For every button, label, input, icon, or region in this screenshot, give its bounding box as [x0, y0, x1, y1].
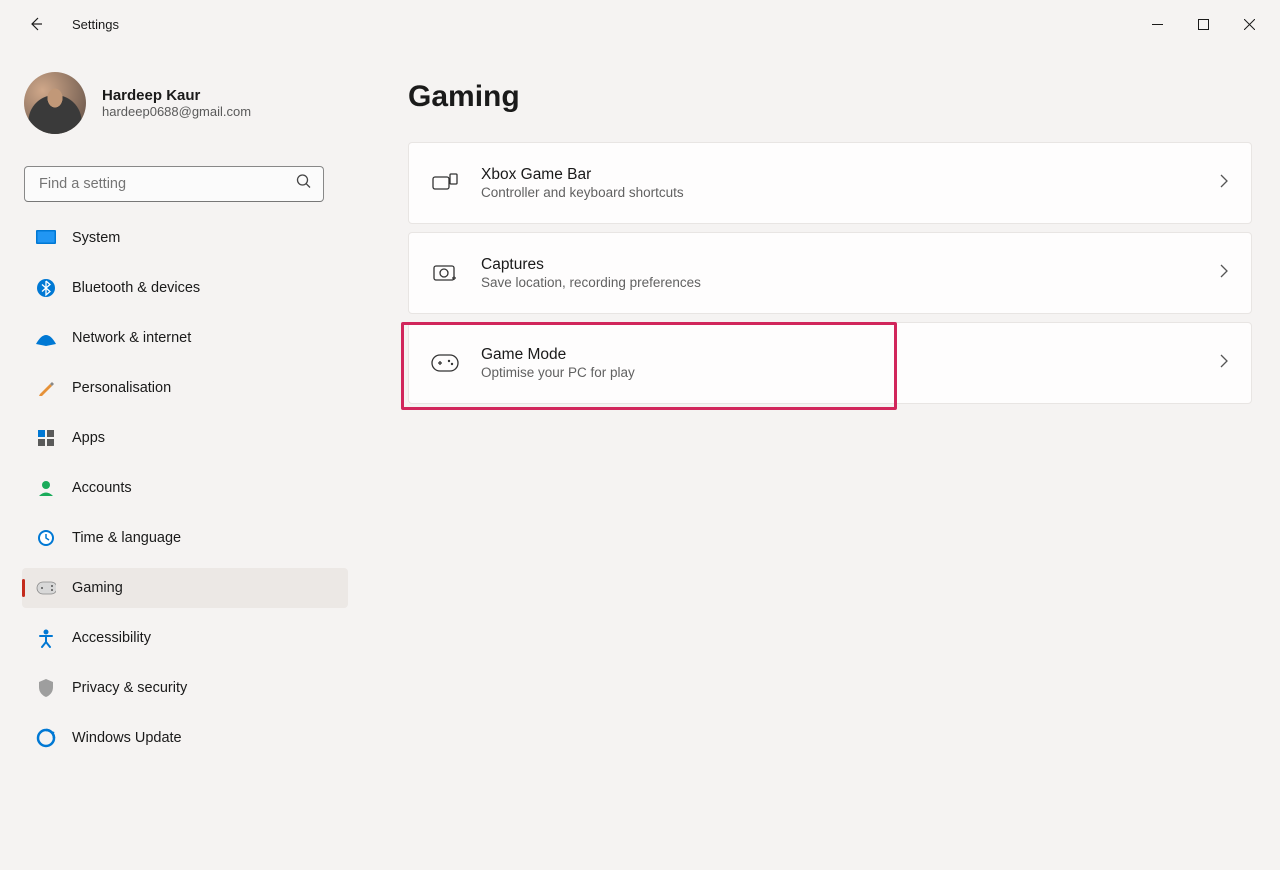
accounts-icon: [36, 478, 56, 498]
nav-label: Accessibility: [72, 630, 151, 646]
card-title: Xbox Game Bar: [481, 166, 1197, 184]
chevron-right-icon: [1219, 263, 1229, 284]
bluetooth-icon: [36, 278, 56, 298]
page-title: Gaming: [408, 80, 1252, 114]
nav-label: Accounts: [72, 480, 132, 496]
minimize-button[interactable]: [1134, 8, 1180, 40]
nav: System Bluetooth & devices Network & int…: [0, 218, 348, 758]
card-subtitle: Controller and keyboard shortcuts: [481, 185, 1197, 200]
card-xbox-game-bar[interactable]: Xbox Game Bar Controller and keyboard sh…: [408, 142, 1252, 224]
card-title: Captures: [481, 256, 1197, 274]
close-button[interactable]: [1226, 8, 1272, 40]
sidebar-item-update[interactable]: Windows Update: [22, 718, 348, 758]
apps-icon: [36, 428, 56, 448]
card-subtitle: Save location, recording preferences: [481, 275, 1197, 290]
chevron-right-icon: [1219, 353, 1229, 374]
content: Gaming Xbox Game Bar Controller and keyb…: [372, 48, 1280, 870]
xbox-icon: [431, 169, 459, 197]
profile[interactable]: Hardeep Kaur hardeep0688@gmail.com: [0, 48, 348, 146]
gamemode-icon: [431, 349, 459, 377]
system-icon: [36, 228, 56, 248]
network-icon: [36, 328, 56, 348]
privacy-icon: [36, 678, 56, 698]
time-icon: [36, 528, 56, 548]
nav-label: Personalisation: [72, 380, 171, 396]
nav-label: Time & language: [72, 530, 181, 546]
nav-label: Bluetooth & devices: [72, 280, 200, 296]
maximize-button[interactable]: [1180, 8, 1226, 40]
sidebar-item-apps[interactable]: Apps: [22, 418, 348, 458]
card-game-mode[interactable]: Game Mode Optimise your PC for play: [408, 322, 1252, 404]
nav-label: System: [72, 230, 120, 246]
nav-label: Gaming: [72, 580, 123, 596]
sidebar-item-bluetooth[interactable]: Bluetooth & devices: [22, 268, 348, 308]
sidebar: Hardeep Kaur hardeep0688@gmail.com Syste…: [0, 48, 372, 870]
sidebar-item-gaming[interactable]: Gaming: [22, 568, 348, 608]
nav-label: Windows Update: [72, 730, 182, 746]
accessibility-icon: [36, 628, 56, 648]
chevron-right-icon: [1219, 173, 1229, 194]
gaming-icon: [36, 578, 56, 598]
sidebar-item-time[interactable]: Time & language: [22, 518, 348, 558]
app-title: Settings: [72, 17, 119, 32]
sidebar-item-accounts[interactable]: Accounts: [22, 468, 348, 508]
back-button[interactable]: [16, 4, 56, 44]
personalisation-icon: [36, 378, 56, 398]
sidebar-item-system[interactable]: System: [22, 218, 348, 258]
search-icon: [296, 174, 312, 195]
card-captures[interactable]: Captures Save location, recording prefer…: [408, 232, 1252, 314]
captures-icon: [431, 259, 459, 287]
search-container: [24, 166, 324, 202]
nav-label: Privacy & security: [72, 680, 187, 696]
profile-email: hardeep0688@gmail.com: [102, 104, 251, 119]
update-icon: [36, 728, 56, 748]
sidebar-item-network[interactable]: Network & internet: [22, 318, 348, 358]
sidebar-item-personalisation[interactable]: Personalisation: [22, 368, 348, 408]
profile-name: Hardeep Kaur: [102, 87, 251, 104]
sidebar-item-privacy[interactable]: Privacy & security: [22, 668, 348, 708]
card index-subtitle: Optimise your PC for play: [481, 365, 1197, 380]
card-title: Game Mode: [481, 346, 1197, 364]
nav-label: Apps: [72, 430, 105, 446]
avatar: [24, 72, 86, 134]
search-input[interactable]: [24, 166, 324, 202]
nav-label: Network & internet: [72, 330, 191, 346]
sidebar-item-accessibility[interactable]: Accessibility: [22, 618, 348, 658]
